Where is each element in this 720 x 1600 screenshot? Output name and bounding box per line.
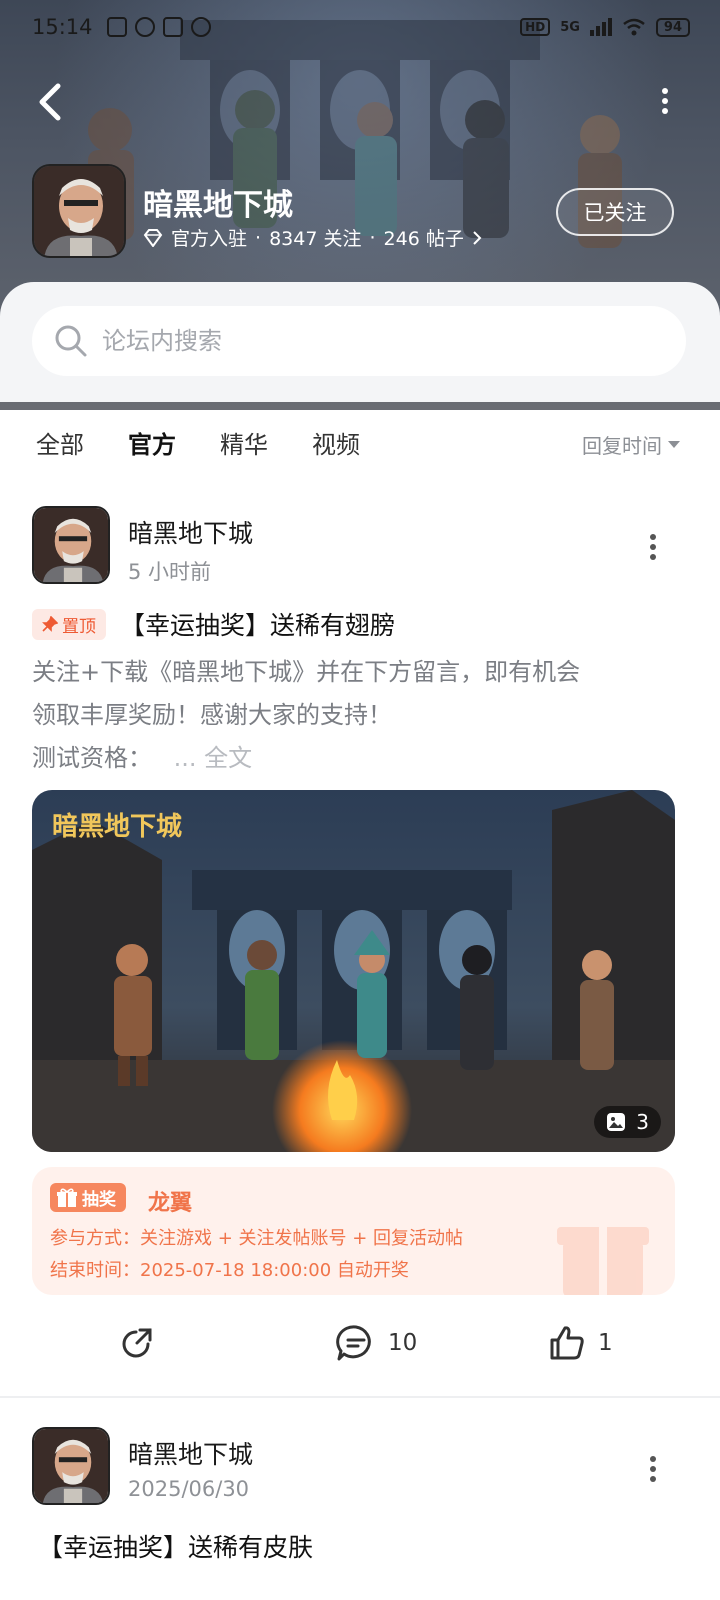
warrior-portrait-icon <box>34 1429 108 1503</box>
video-notification-icon <box>162 17 183 37</box>
thumbs-up-icon <box>550 1326 584 1360</box>
forum-meta: 官方入驻 · 8347 关注 · 246 帖子 <box>143 224 482 251</box>
post-body-line: 测试资格： <box>32 744 152 772</box>
diamond-icon <box>143 228 163 247</box>
gift-watermark-icon <box>557 1227 649 1295</box>
notification-icons <box>106 17 211 37</box>
posts-count[interactable]: 246 帖子 <box>384 224 464 251</box>
lottery-card[interactable]: 抽奖 龙翼 参与方式：关注游戏 + 关注发帖账号 + 回复活动帖 结束时间：20… <box>32 1167 675 1295</box>
post-title-row: 【幸运抽奖】送稀有皮肤 <box>32 1528 313 1564</box>
share-icon <box>122 1328 152 1358</box>
link-notification-icon <box>190 17 211 37</box>
sort-label: 回复时间 <box>582 434 662 458</box>
post-actions: 10 1 <box>0 1316 720 1376</box>
author-name[interactable]: 暗黑地下城 <box>128 514 253 550</box>
like-count: 1 <box>598 1330 613 1356</box>
lottery-prize: 龙翼 <box>148 1191 193 1216</box>
share-button[interactable] <box>118 1324 156 1362</box>
tab-official[interactable]: 官方 <box>128 425 176 462</box>
pin-icon <box>42 616 58 632</box>
lottery-method: 参与方式：关注游戏 + 关注发帖账号 + 回复活动帖 <box>50 1228 464 1249</box>
warrior-portrait-icon <box>34 508 108 582</box>
lottery-tag: 抽奖 <box>50 1183 126 1212</box>
author-name[interactable]: 暗黑地下城 <box>128 1435 253 1471</box>
tab-featured[interactable]: 精华 <box>220 425 268 460</box>
game-avatar[interactable] <box>32 164 126 258</box>
post-title-row: 置顶 【幸运抽奖】送稀有翅膀 <box>32 606 395 642</box>
tab-video[interactable]: 视频 <box>312 425 360 460</box>
post-time: 2025/06/30 <box>128 1477 250 1501</box>
image-icon <box>607 1113 626 1131</box>
app-notification-icon <box>106 17 127 37</box>
expand-fulltext-link[interactable]: ... 全文 <box>174 744 253 772</box>
warrior-portrait-icon <box>34 166 124 256</box>
author-avatar[interactable] <box>32 1427 110 1505</box>
official-label: 官方入驻 <box>171 228 248 250</box>
more-options-button[interactable] <box>660 88 670 118</box>
network-indicator: 5G <box>560 19 580 35</box>
status-time: 15:14 <box>32 15 93 39</box>
pinned-label: 置顶 <box>62 616 96 637</box>
gift-icon <box>57 1188 77 1207</box>
post-image[interactable]: 暗黑地下城 3 <box>32 790 675 1152</box>
status-bar: 15:14 HD 5G 94 <box>32 12 690 42</box>
comment-count: 10 <box>388 1330 418 1356</box>
chevron-right-icon <box>473 230 482 245</box>
caret-down-icon <box>668 441 680 448</box>
tab-all[interactable]: 全部 <box>36 425 84 460</box>
author-avatar[interactable] <box>32 506 110 584</box>
like-button[interactable]: 1 <box>548 1324 613 1362</box>
post-tabs: 全部 官方 精华 视频 回复时间 <box>0 402 720 482</box>
post-time: 5 小时前 <box>128 560 212 584</box>
post-body-line: 领取丰厚奖励！感谢大家的支持！ <box>32 701 392 729</box>
search-panel <box>0 282 720 402</box>
post-more-button[interactable] <box>648 534 658 564</box>
battery-indicator: 94 <box>655 17 690 37</box>
pinned-badge: 置顶 <box>32 608 106 640</box>
meta-separator: · <box>255 226 262 249</box>
image-count: 3 <box>636 1110 649 1134</box>
back-button[interactable] <box>34 82 70 122</box>
comment-button[interactable]: 10 <box>336 1324 417 1362</box>
chat-notification-icon <box>134 17 155 37</box>
search-icon <box>55 325 87 357</box>
search-box[interactable] <box>32 306 686 376</box>
followers-count: 8347 关注 <box>269 228 362 250</box>
image-count-badge: 3 <box>594 1106 661 1138</box>
wifi-icon <box>623 18 645 36</box>
sort-dropdown[interactable]: 回复时间 <box>582 430 680 459</box>
signal-icon <box>589 18 612 36</box>
post-divider <box>0 1396 720 1398</box>
post-title[interactable]: 【幸运抽奖】送稀有翅膀 <box>120 606 395 642</box>
follow-button[interactable]: 已关注 <box>556 188 674 236</box>
post-body[interactable]: 关注+下载《暗黑地下城》并在下方留言，即有机会 领取丰厚奖励！感谢大家的支持！ … <box>32 651 672 780</box>
banner-caption: 暗黑地下城 <box>52 812 182 842</box>
forum-title: 暗黑地下城 <box>143 188 293 223</box>
meta-separator: · <box>369 226 376 249</box>
post-more-button[interactable] <box>648 1456 658 1486</box>
lottery-end-time: 结束时间：2025-07-18 18:00:00 自动开奖 <box>50 1260 409 1281</box>
game-banner-art: 暗黑地下城 <box>32 790 675 1152</box>
post-body-line: 关注+下载《暗黑地下城》并在下方留言，即有机会 <box>32 658 581 686</box>
post-title[interactable]: 【幸运抽奖】送稀有皮肤 <box>38 1528 313 1564</box>
comment-icon <box>336 1325 371 1361</box>
search-input[interactable] <box>102 327 622 355</box>
lottery-tag-label: 抽奖 <box>82 1190 116 1210</box>
hd-indicator: HD <box>520 18 551 36</box>
